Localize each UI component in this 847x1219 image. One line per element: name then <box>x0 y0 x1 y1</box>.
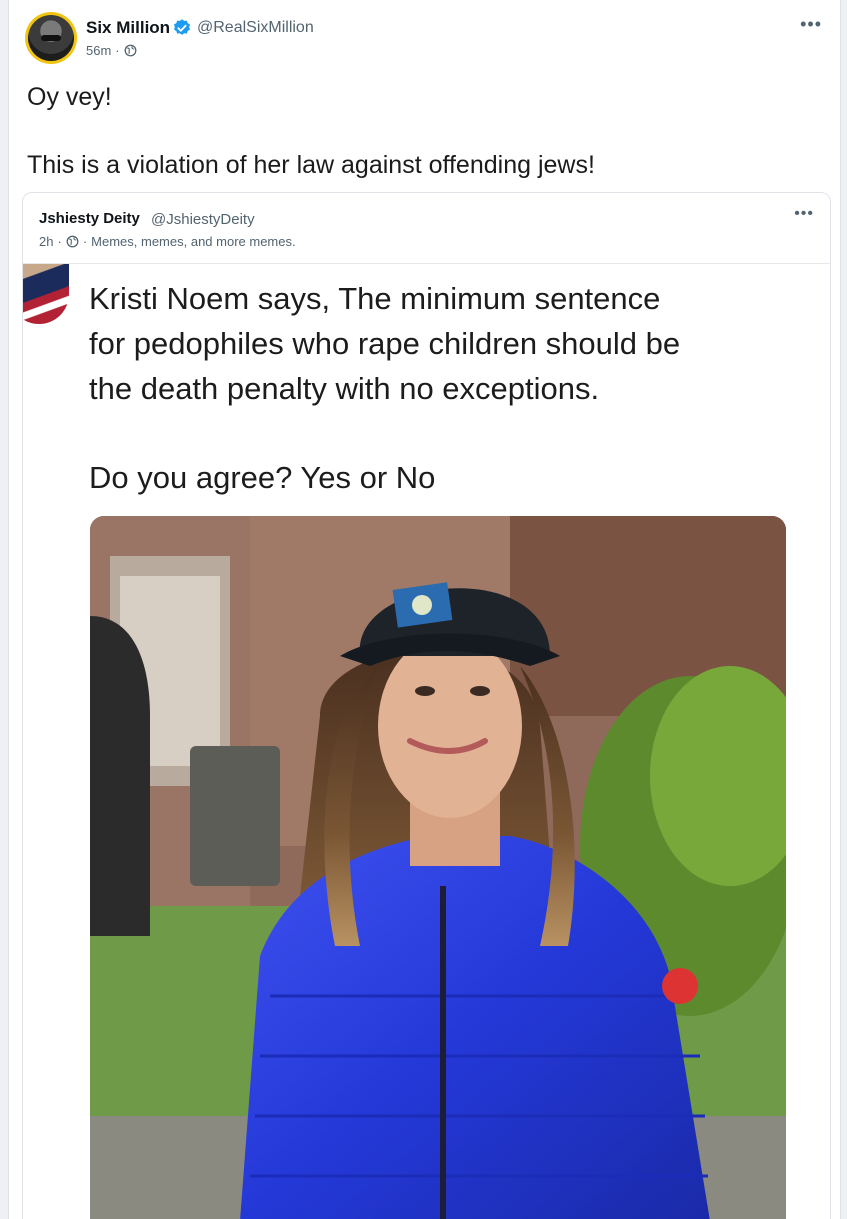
photo-illustration <box>90 516 786 1219</box>
meta-separator: · <box>115 43 120 58</box>
quoted-author-handle[interactable]: @JshiestyDeity <box>151 211 255 228</box>
more-options-icon[interactable]: ••• <box>800 14 822 35</box>
meme-caption-line: for pedophiles who rape children should … <box>89 326 681 361</box>
quoted-more-options-icon[interactable]: ••• <box>794 205 814 223</box>
meme-caption-line: the death penalty with no exceptions. <box>89 371 600 406</box>
meme-corner-thumbnail <box>23 264 69 324</box>
verified-badge-icon <box>174 19 190 35</box>
quoted-post-meta: 2h · · Memes, memes, and more memes. <box>39 234 296 249</box>
post-card: Six Million @RealSixMillion 56m · ••• Oy… <box>8 0 841 1219</box>
meme-caption: Kristi Noem says, The minimum sentence f… <box>89 276 809 500</box>
meta-separator: · <box>82 234 88 249</box>
avatar-image <box>28 15 74 61</box>
quoted-post[interactable]: Jshiesty Deity @JshiestyDeity 2h · · Mem… <box>22 192 831 1219</box>
quoted-timestamp[interactable]: 2h <box>39 234 53 249</box>
post-timestamp[interactable]: 56m <box>86 43 111 58</box>
globe-icon <box>66 235 79 248</box>
author-handle[interactable]: @RealSixMillion <box>197 19 314 37</box>
globe-icon <box>124 44 137 57</box>
quoted-group-name[interactable]: Memes, memes, and more memes. <box>91 234 295 249</box>
meme-image[interactable]: Kristi Noem says, The minimum sentence f… <box>23 263 830 1219</box>
meta-separator: · <box>57 234 62 249</box>
meme-caption-line: Do you agree? Yes or No <box>89 460 436 495</box>
quoted-author-name[interactable]: Jshiesty Deity <box>39 210 140 227</box>
caption-gap <box>89 411 809 455</box>
meme-photo <box>90 516 786 1219</box>
post-meta: 56m · <box>86 43 137 58</box>
post-text: Oy vey! This is a violation of her law a… <box>27 80 827 182</box>
author-name[interactable]: Six Million <box>86 18 170 38</box>
post-text-line: Oy vey! <box>27 83 112 111</box>
post-text-line: This is a violation of her law against o… <box>27 151 595 179</box>
meme-caption-line: Kristi Noem says, The minimum sentence <box>89 281 661 316</box>
avatar[interactable] <box>25 12 77 64</box>
